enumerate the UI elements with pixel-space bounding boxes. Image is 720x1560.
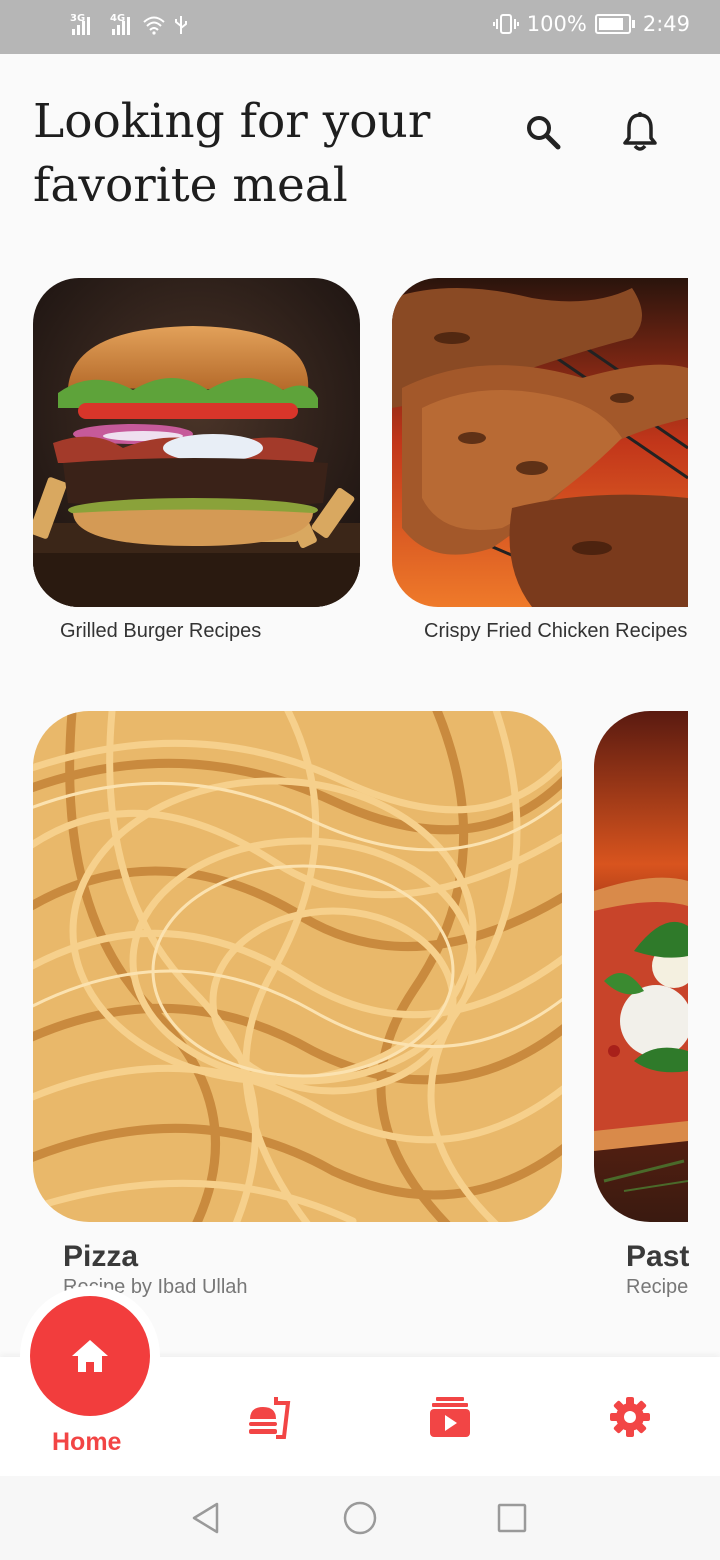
network-type-1: 3G [70,13,86,24]
chicken-card-image[interactable] [392,278,688,607]
pasta-illustration [33,711,562,1222]
bell-icon [623,112,657,151]
home-nav-button[interactable] [30,1296,150,1416]
home-circle-icon [343,1501,377,1535]
home-icon [72,1340,108,1372]
search-button[interactable] [519,108,567,156]
settings-nav-button[interactable] [606,1393,654,1441]
pizza-card-image[interactable] [594,711,688,1222]
burger-illustration [33,278,360,607]
back-button[interactable] [184,1496,228,1540]
pasta-card-image[interactable] [33,711,562,1222]
clock: 2:49 [642,12,690,36]
wifi-icon [143,16,165,35]
battery-icon [594,14,635,34]
burger-card-image[interactable] [33,278,360,607]
network-type-2: 4G [110,13,126,24]
settings-icon [610,1397,650,1437]
status-left: 3G 4G [70,13,188,36]
fast-food-icon [249,1397,291,1439]
battery-fill [598,18,623,30]
page-title: Looking for your favorite meal [33,94,431,213]
battery-percent: 100% [526,12,587,36]
system-home-button[interactable] [338,1496,382,1540]
chicken-illustration [392,278,688,607]
card-caption[interactable]: Grilled Burger Recipes [60,620,261,643]
signal-icon-2: 4G [110,13,130,35]
recipes-nav-button[interactable] [246,1393,294,1441]
signal-icon: 3G [70,13,90,35]
status-right: 100% 2:49 [492,12,690,36]
system-nav-bar [0,1476,720,1560]
home-nav-label[interactable]: Home [52,1428,121,1457]
videos-nav-button[interactable] [426,1393,474,1441]
usb-icon [175,16,187,34]
card-caption[interactable]: Crispy Fried Chicken Recipes [424,620,687,643]
card-title[interactable]: Past [626,1240,689,1274]
recents-icon [497,1503,527,1533]
video-subscriptions-icon [430,1397,470,1437]
pizza-illustration [594,711,688,1222]
notifications-button[interactable] [616,108,664,156]
vibrate-icon [492,14,519,34]
card-subtitle: Recipe [626,1276,689,1298]
back-icon [192,1502,219,1534]
recents-button[interactable] [490,1496,534,1540]
card-title[interactable]: Pizza [63,1240,138,1274]
status-bar: 3G 4G 100% 2:49 [0,0,720,54]
search-icon [527,116,561,150]
